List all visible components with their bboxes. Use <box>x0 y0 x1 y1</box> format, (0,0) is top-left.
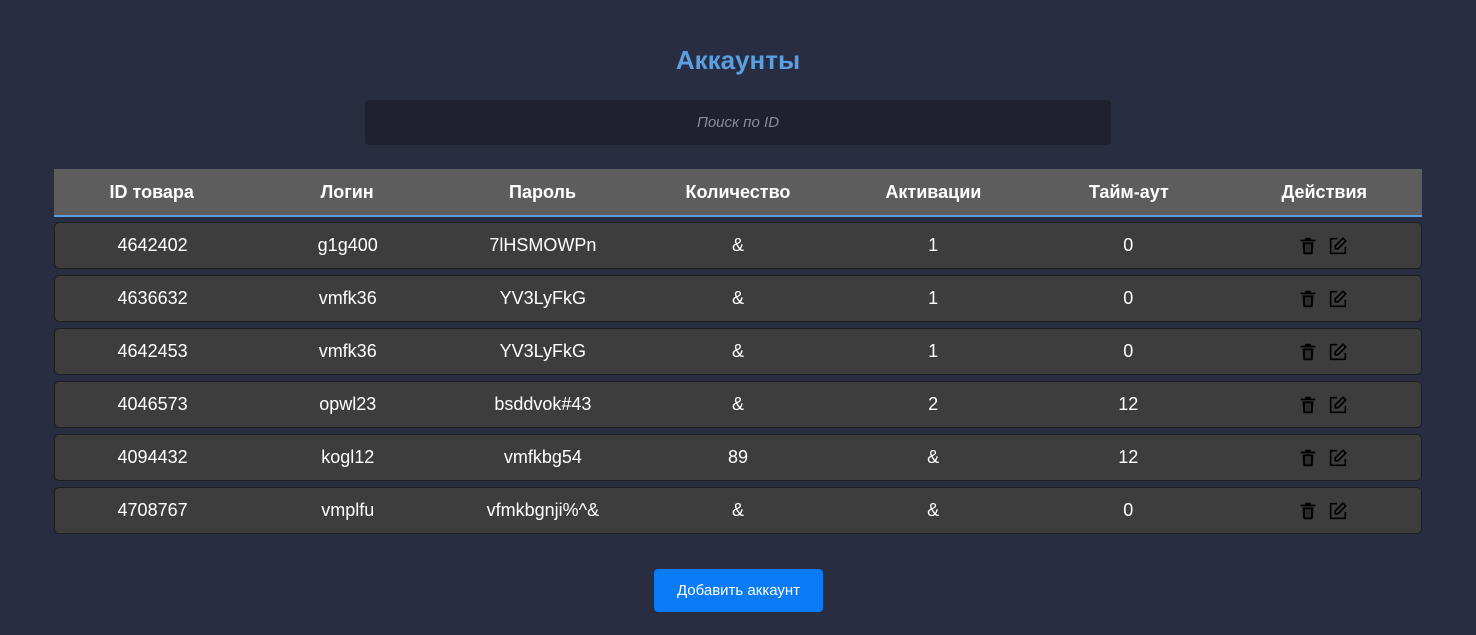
cell-password: bsddvok#43 <box>494 394 592 414</box>
cell-password: YV3LyFkG <box>499 341 587 361</box>
cell-activations: 1 <box>928 341 939 361</box>
cell-login: g1g400 <box>317 235 378 255</box>
cell-quantity: & <box>731 341 744 361</box>
add-account-button[interactable]: Добавить аккаунт <box>654 569 823 612</box>
cell-quantity: & <box>731 394 744 414</box>
cell-login: opwl23 <box>319 394 377 414</box>
table-row: 4094432 kogl12 vmfkbg54 89 & 12 <box>54 434 1422 481</box>
cell-password: 7lHSMOWPn <box>489 235 597 255</box>
cell-activations: 2 <box>928 394 939 414</box>
cell-timeout: 0 <box>1123 341 1134 361</box>
cell-timeout: 12 <box>1118 447 1139 467</box>
cell-timeout: 0 <box>1123 500 1134 520</box>
cell-login: kogl12 <box>321 447 375 467</box>
cell-timeout: 0 <box>1123 288 1134 308</box>
cell-password: vmfkbg54 <box>503 447 582 467</box>
column-header-login: Логин <box>320 181 374 202</box>
trash-icon[interactable] <box>1297 447 1319 469</box>
cell-quantity: & <box>731 235 744 255</box>
cell-activations: 1 <box>928 288 939 308</box>
cell-password: YV3LyFkG <box>499 288 587 308</box>
cell-quantity: & <box>731 500 744 520</box>
edit-icon[interactable] <box>1327 447 1349 469</box>
cell-id: 4642402 <box>117 235 188 255</box>
edit-icon[interactable] <box>1327 394 1349 416</box>
cell-quantity: 89 <box>727 447 748 467</box>
table-row: 4708767 vmplfu vfmkbgnji%^& & & 0 <box>54 487 1422 534</box>
cell-login: vmplfu <box>321 500 375 520</box>
column-header-quantity: Количество <box>685 181 791 202</box>
cell-actions <box>1226 447 1421 469</box>
cell-actions <box>1226 235 1421 257</box>
cell-id: 4642453 <box>117 341 188 361</box>
cell-timeout: 12 <box>1118 394 1139 414</box>
cell-actions <box>1226 341 1421 363</box>
column-header-id: ID товара <box>109 181 194 202</box>
table-row: 4642453 vmfk36 YV3LyFkG & 1 0 <box>54 328 1422 375</box>
edit-icon[interactable] <box>1327 500 1349 522</box>
search-input[interactable] <box>365 100 1111 145</box>
cell-activations: & <box>927 500 940 520</box>
edit-icon[interactable] <box>1327 288 1349 310</box>
cell-login: vmfk36 <box>318 341 377 361</box>
cell-timeout: 0 <box>1123 235 1134 255</box>
column-header-actions: Действия <box>1281 181 1368 202</box>
table-row: 4642402 g1g400 7lHSMOWPn & 1 0 <box>54 222 1422 269</box>
trash-icon[interactable] <box>1297 500 1319 522</box>
table-row: 4046573 opwl23 bsddvok#43 & 2 12 <box>54 381 1422 428</box>
cell-actions <box>1226 288 1421 310</box>
column-header-password: Пароль <box>509 181 577 202</box>
edit-icon[interactable] <box>1327 341 1349 363</box>
table-header: ID товара Логин Пароль Количество Актива… <box>54 169 1422 217</box>
edit-icon[interactable] <box>1327 235 1349 257</box>
trash-icon[interactable] <box>1297 341 1319 363</box>
table-row: 4636632 vmfk36 YV3LyFkG & 1 0 <box>54 275 1422 322</box>
cell-activations: & <box>927 447 940 467</box>
cell-id: 4094432 <box>117 447 188 467</box>
cell-login: vmfk36 <box>318 288 377 308</box>
cell-password: vfmkbgnji%^& <box>486 500 600 520</box>
table-body: 4642402 g1g400 7lHSMOWPn & 1 0 4636632 vmfk36 YV… <box>54 222 1422 534</box>
trash-icon[interactable] <box>1297 394 1319 416</box>
cell-actions <box>1226 500 1421 522</box>
cell-activations: 1 <box>928 235 939 255</box>
column-header-activations: Активации <box>885 181 982 202</box>
cell-id: 4636632 <box>117 288 188 308</box>
cell-id: 4708767 <box>117 500 188 520</box>
trash-icon[interactable] <box>1297 288 1319 310</box>
cell-actions <box>1226 394 1421 416</box>
cell-id: 4046573 <box>117 394 188 414</box>
trash-icon[interactable] <box>1297 235 1319 257</box>
page-title: Аккаунты <box>675 45 801 75</box>
cell-quantity: & <box>731 288 744 308</box>
column-header-timeout: Тайм-аут <box>1088 181 1169 202</box>
accounts-table: ID товара Логин Пароль Количество Актива… <box>54 169 1422 540</box>
